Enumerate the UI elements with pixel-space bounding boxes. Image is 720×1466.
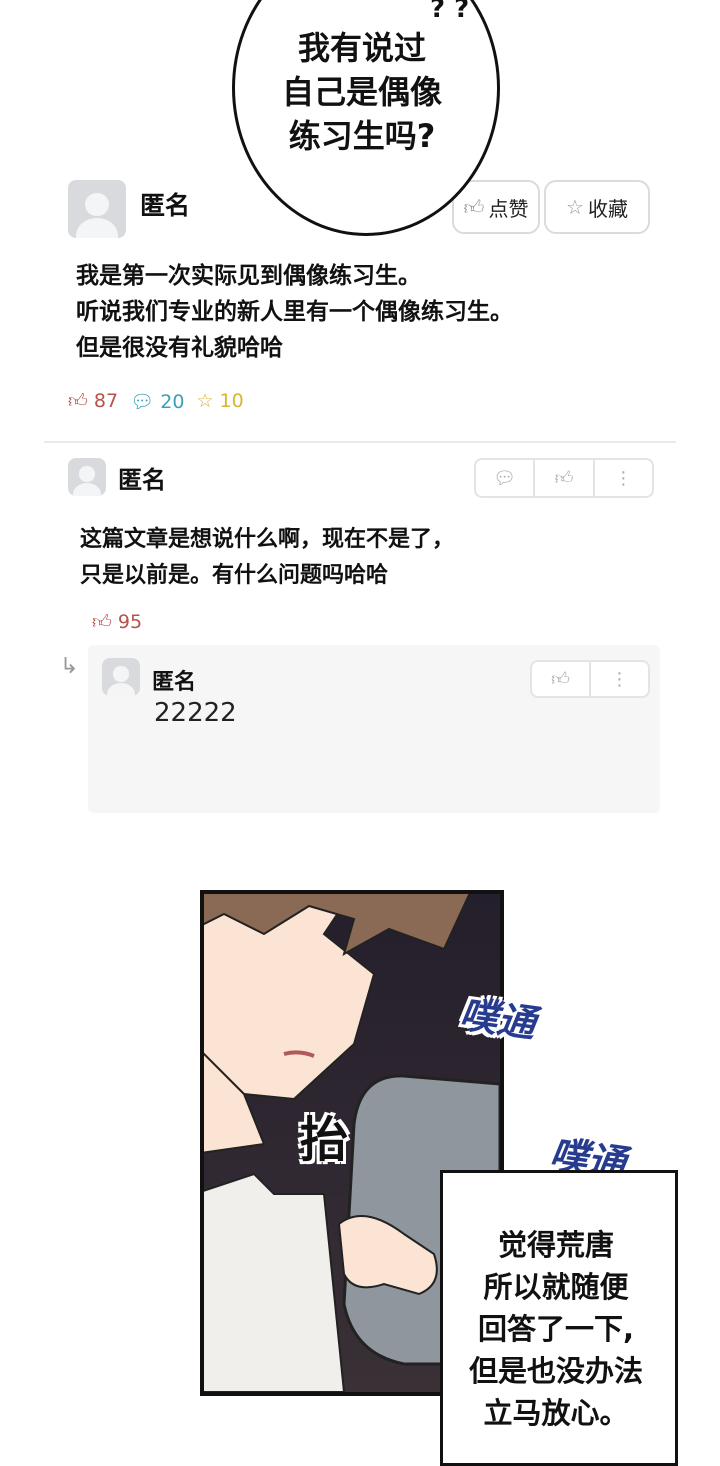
thumbs-up-icon: 👍︎ xyxy=(554,468,574,489)
narration-text: 觉得荒唐 所以就随便 回答了一下, 但是也没办法 立马放心。 xyxy=(446,1224,666,1434)
comment-line: 这篇文章是想说什么啊，现在不是了， xyxy=(80,527,455,552)
question-marks: ? ? xyxy=(430,0,470,24)
bubble-line: 练习生吗? xyxy=(288,117,436,155)
more-button[interactable]: ⋮ xyxy=(595,460,652,496)
more-vertical-icon: ⋮ xyxy=(610,668,629,690)
reply-arrow-icon: ↳ xyxy=(60,654,79,679)
thumbs-up-icon: 👍︎ xyxy=(463,194,485,219)
comment-count: 💬︎ 20 xyxy=(130,390,184,413)
reply-like-button[interactable]: 👍︎ xyxy=(532,662,591,696)
reply-author: 匿名 xyxy=(152,670,197,695)
comment-avatar xyxy=(68,458,106,496)
comment-like-button[interactable]: 👍︎ xyxy=(535,460,595,496)
reply-button[interactable]: 💬︎ xyxy=(476,460,536,496)
narration-line: 觉得荒唐 xyxy=(497,1228,614,1262)
reply-avatar xyxy=(102,658,140,696)
comment-toolbar: 💬︎ 👍︎ ⋮ xyxy=(474,458,654,498)
like-button-label: 点赞 xyxy=(488,196,529,221)
comment-like-count: 👍︎ 95 xyxy=(92,611,142,634)
favorite-button[interactable]: ☆ 收藏 xyxy=(544,180,650,234)
post-line: 听说我们专业的新人里有一个偶像练习生。 xyxy=(76,299,513,325)
thumbs-up-icon: 👍︎ xyxy=(92,611,112,633)
comment-body: 这篇文章是想说什么啊，现在不是了， 只是以前是。有什么问题吗哈哈 xyxy=(80,522,454,594)
more-vertical-icon: ⋮ xyxy=(614,467,633,489)
narration-line: 但是也没办法 xyxy=(468,1354,643,1388)
favorite-count-value: 10 xyxy=(219,390,244,412)
sfx-text: 噗通 xyxy=(456,991,539,1047)
divider xyxy=(44,441,676,443)
reply-toolbar: 👍︎ ⋮ xyxy=(530,660,650,698)
star-icon: ☆ xyxy=(566,195,584,219)
action-sfx: 抬 xyxy=(300,1112,349,1168)
comment-icon: 💬︎ xyxy=(493,467,517,489)
post-author: 匿名 xyxy=(140,191,191,220)
post-line: 但是很没有礼貌哈哈 xyxy=(76,335,283,361)
narration-line: 立马放心。 xyxy=(483,1396,629,1430)
comment-like-count-value: 95 xyxy=(117,611,143,633)
thumbs-up-icon: 👍︎ xyxy=(551,669,570,690)
reply-more-button[interactable]: ⋮ xyxy=(591,662,648,696)
reply-text: 22222 xyxy=(154,698,237,728)
comment-count-value: 20 xyxy=(160,391,185,413)
favorite-count: ☆ 10 xyxy=(196,390,243,413)
thumbs-up-icon: 👍︎ xyxy=(68,390,88,412)
favorite-button-label: 收藏 xyxy=(587,196,628,221)
star-icon: ☆ xyxy=(196,390,214,412)
like-count-value: 87 xyxy=(93,390,119,412)
bubble-line: 自己是偶像 xyxy=(281,73,442,111)
post-line: 我是第一次实际见到偶像练习生。 xyxy=(76,263,421,289)
speech-bubble-text: 我有说过 自己是偶像 练习生吗? xyxy=(262,26,462,158)
bubble-line: 我有说过 xyxy=(297,29,426,67)
avatar xyxy=(68,180,126,238)
comment-stats: 👍︎ 95 xyxy=(92,611,142,634)
post-body: 我是第一次实际见到偶像练习生。 听说我们专业的新人里有一个偶像练习生。 但是很没… xyxy=(76,258,513,366)
narration-line: 回答了一下, xyxy=(477,1312,635,1346)
comment-line: 只是以前是。有什么问题吗哈哈 xyxy=(80,563,389,588)
comment-author: 匿名 xyxy=(118,466,166,494)
like-button[interactable]: 👍︎ 点赞 xyxy=(452,180,540,234)
like-count: 👍︎ 87 xyxy=(68,390,118,413)
narration-line: 所以就随便 xyxy=(483,1270,629,1304)
post-stats: 👍︎ 87 💬︎ 20 ☆ 10 xyxy=(68,390,244,413)
comment-icon: 💬︎ xyxy=(130,391,155,413)
